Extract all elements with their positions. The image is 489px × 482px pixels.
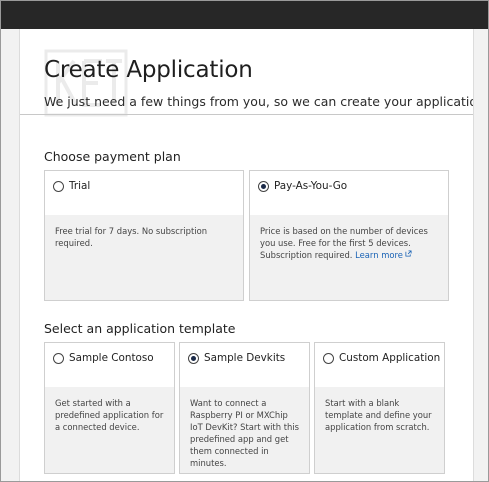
plan-card-trial[interactable]: Trial Free trial for 7 days. No subscrip… bbox=[44, 170, 244, 301]
payment-plan-heading: Choose payment plan bbox=[44, 149, 181, 164]
template-contoso-radio[interactable] bbox=[53, 353, 64, 364]
template-contoso-label: Sample Contoso bbox=[69, 352, 154, 364]
plan-card-header: Pay-As-You-Go bbox=[250, 171, 448, 216]
header-divider bbox=[20, 114, 473, 115]
template-custom-description: Start with a blank template and define y… bbox=[325, 398, 432, 432]
template-devkits-description: Want to connect a Raspberry PI or MXChip… bbox=[190, 398, 299, 468]
plan-trial-radio[interactable] bbox=[53, 181, 64, 192]
template-contoso-description-area: Get started with a predefined applicatio… bbox=[45, 387, 174, 473]
plan-trial-label: Trial bbox=[69, 180, 91, 192]
template-card-custom-application[interactable]: Custom Application Start with a blank te… bbox=[314, 342, 445, 474]
external-link-icon bbox=[405, 250, 412, 257]
learn-more-link[interactable]: Learn more bbox=[355, 250, 403, 260]
template-custom-description-area: Start with a blank template and define y… bbox=[315, 387, 444, 473]
template-heading: Select an application template bbox=[44, 321, 236, 336]
left-gutter bbox=[1, 29, 20, 481]
plan-payg-label: Pay-As-You-Go bbox=[274, 180, 348, 192]
right-scroll-gutter[interactable] bbox=[473, 29, 488, 481]
template-custom-radio[interactable] bbox=[323, 353, 334, 364]
template-devkits-radio[interactable] bbox=[188, 353, 199, 364]
template-contoso-description: Get started with a predefined applicatio… bbox=[55, 398, 164, 432]
template-card-sample-contoso[interactable]: Sample Contoso Get started with a predef… bbox=[44, 342, 175, 474]
template-devkits-label: Sample Devkits bbox=[204, 352, 286, 364]
template-card-header: Custom Application bbox=[315, 343, 444, 388]
template-custom-label: Custom Application bbox=[339, 352, 441, 364]
template-devkits-description-area: Want to connect a Raspberry PI or MXChip… bbox=[180, 387, 309, 473]
plan-trial-description-area: Free trial for 7 days. No subscription r… bbox=[45, 215, 243, 300]
page-subtitle: We just need a few things from you, so w… bbox=[44, 94, 473, 109]
page-title: Create Application bbox=[44, 57, 253, 83]
template-card-sample-devkits[interactable]: Sample Devkits Want to connect a Raspber… bbox=[179, 342, 310, 474]
plan-trial-description: Free trial for 7 days. No subscription r… bbox=[55, 226, 208, 248]
create-application-panel: Create Application We just need a few th… bbox=[20, 29, 473, 481]
template-card-header: Sample Contoso bbox=[45, 343, 174, 388]
top-bar bbox=[1, 1, 488, 29]
plan-card-pay-as-you-go[interactable]: Pay-As-You-Go Price is based on the numb… bbox=[249, 170, 449, 301]
plan-payg-description-area: Price is based on the number of devices … bbox=[250, 215, 448, 300]
plan-card-header: Trial bbox=[45, 171, 243, 216]
plan-payg-radio[interactable] bbox=[258, 181, 269, 192]
template-card-header: Sample Devkits bbox=[180, 343, 309, 388]
